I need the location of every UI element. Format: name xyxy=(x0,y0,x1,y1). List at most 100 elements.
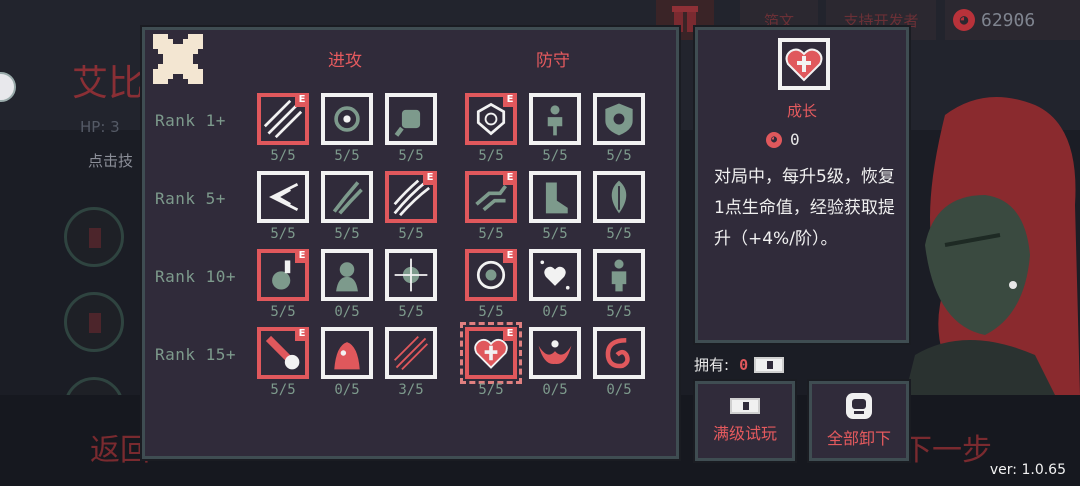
talent-level-count: 0/5 xyxy=(542,304,568,320)
spark-icon xyxy=(394,258,428,292)
talent-slot[interactable]: E xyxy=(465,171,517,223)
talent-detail-panel: 成长 ◕ 0 对局中，每升5级，恢复1点生命值，经验获取提升（+4%/阶）。 xyxy=(695,27,909,343)
talent-level-count: 0/5 xyxy=(606,382,632,398)
talent-slot[interactable] xyxy=(529,93,581,145)
ticket-icon xyxy=(730,398,760,414)
talent-level-count: 5/5 xyxy=(398,148,424,164)
owned-count: 0 xyxy=(739,355,749,374)
talent-slot[interactable] xyxy=(593,171,645,223)
talent-level-count: 5/5 xyxy=(270,148,296,164)
talent-level-count: 5/5 xyxy=(270,382,296,398)
heart-stars-icon xyxy=(540,260,570,290)
figure-icon xyxy=(611,259,627,292)
equipped-badge: E xyxy=(295,327,309,341)
talent-level-count: 5/5 xyxy=(606,226,632,242)
equipped-badge: E xyxy=(503,93,517,107)
back-button[interactable]: 返回 xyxy=(90,425,150,469)
talent-level-count: 5/5 xyxy=(606,148,632,164)
strength-icon xyxy=(547,105,563,136)
talent-level-count: 3/5 xyxy=(398,382,424,398)
talent-level-count: 5/5 xyxy=(478,226,504,242)
talent-slot[interactable]: E xyxy=(465,93,517,145)
version-label: ver: 1.0.65 xyxy=(989,462,1066,478)
equipped-badge: E xyxy=(503,327,517,341)
selected-talent-icon xyxy=(778,38,830,90)
equipped-badge: E xyxy=(503,171,517,185)
talent-slot[interactable] xyxy=(593,93,645,145)
demon-icon xyxy=(334,342,360,370)
talent-cost: ◕ 0 xyxy=(766,130,800,149)
heart-cross-icon xyxy=(785,48,823,82)
talent-level-count: 5/5 xyxy=(334,226,360,242)
talent-slot[interactable]: E xyxy=(385,171,437,223)
equipped-badge: E xyxy=(295,249,309,263)
chat-avatar-icon[interactable] xyxy=(0,72,16,102)
talent-name: 成长 xyxy=(786,102,817,120)
talent-slot[interactable]: E xyxy=(460,322,522,384)
equipped-badge: E xyxy=(423,171,437,185)
talent-level-count: 5/5 xyxy=(542,226,568,242)
talent-cost-value: 0 xyxy=(790,130,800,149)
unequip-all-label: 全部卸下 xyxy=(826,429,891,448)
close-icon[interactable] xyxy=(153,34,203,84)
soul-coin-icon: ◕ xyxy=(953,9,975,31)
talent-slot[interactable] xyxy=(321,93,373,145)
coin-counter: ◕ 62906 xyxy=(945,0,1080,40)
ticket-icon xyxy=(754,356,785,373)
talent-slot[interactable] xyxy=(385,93,437,145)
fist-icon xyxy=(394,109,421,137)
attack-column-header: 进攻 xyxy=(328,51,362,71)
talent-slot[interactable]: E xyxy=(465,249,517,301)
vortex-icon xyxy=(334,106,360,132)
skill-slot-2[interactable] xyxy=(64,292,124,352)
talent-slot[interactable] xyxy=(321,249,373,301)
leaf-icon xyxy=(611,180,627,214)
talent-level-count: 5/5 xyxy=(478,148,504,164)
talent-slot[interactable]: E xyxy=(257,249,309,301)
coin-amount: 62906 xyxy=(981,9,1036,31)
rank-label: Rank 10+ xyxy=(155,267,237,286)
talent-level-count: 5/5 xyxy=(398,304,424,320)
talent-slot[interactable] xyxy=(385,327,437,379)
talent-level-count: 0/5 xyxy=(334,304,360,320)
talent-level-count: 0/5 xyxy=(542,382,568,398)
talent-slot[interactable] xyxy=(257,171,309,223)
talent-level-count: 5/5 xyxy=(606,304,632,320)
defense-column-header: 防守 xyxy=(536,51,570,71)
rank-label: Rank 15+ xyxy=(155,345,237,364)
talent-slot[interactable] xyxy=(321,327,373,379)
soul-coin-icon: ◕ xyxy=(766,131,782,148)
talent-slot[interactable] xyxy=(385,249,437,301)
claw-icon xyxy=(332,181,363,215)
talent-slot[interactable] xyxy=(593,249,645,301)
talent-slot[interactable] xyxy=(529,171,581,223)
talent-description: 对局中，每升5级，恢复1点生命值，经验获取提升（+4%/阶）。 xyxy=(714,167,895,249)
max-level-trial-button[interactable]: 满级试玩 xyxy=(695,381,795,461)
talent-level-count: 5/5 xyxy=(398,226,424,242)
next-button[interactable]: 下一步 xyxy=(902,425,992,469)
talent-slot[interactable]: E xyxy=(257,327,309,379)
guard-shield-icon xyxy=(605,103,633,136)
arrows-icon xyxy=(393,335,429,371)
unequip-all-button[interactable]: 全部卸下 xyxy=(809,381,909,461)
arrow-burst-icon xyxy=(269,183,299,211)
talent-level-count: 5/5 xyxy=(270,304,296,320)
character-hp: HP: 3 xyxy=(80,118,120,136)
talent-level-count: 5/5 xyxy=(478,304,504,320)
talent-slot[interactable] xyxy=(593,327,645,379)
swirl-icon xyxy=(605,338,630,369)
talent-level-count: 5/5 xyxy=(270,226,296,242)
talent-panel: 进攻 防守 Rank 1+ E 5/5 5/5 5/5 E 5/5 5/5 5/5 Rank 5+… xyxy=(142,27,679,459)
talent-slot[interactable]: E xyxy=(257,93,309,145)
talent-slot[interactable] xyxy=(529,327,581,379)
beast-icon xyxy=(336,262,358,292)
max-level-trial-label: 满级试玩 xyxy=(712,424,777,443)
unequip-icon xyxy=(846,393,872,419)
skill-slot-1[interactable] xyxy=(64,207,124,267)
talent-level-count: 0/5 xyxy=(334,382,360,398)
rank-label: Rank 1+ xyxy=(155,111,226,130)
character-portrait xyxy=(905,97,1080,395)
talent-slot[interactable] xyxy=(321,171,373,223)
rank-label: Rank 5+ xyxy=(155,189,226,208)
talent-slot[interactable] xyxy=(529,249,581,301)
